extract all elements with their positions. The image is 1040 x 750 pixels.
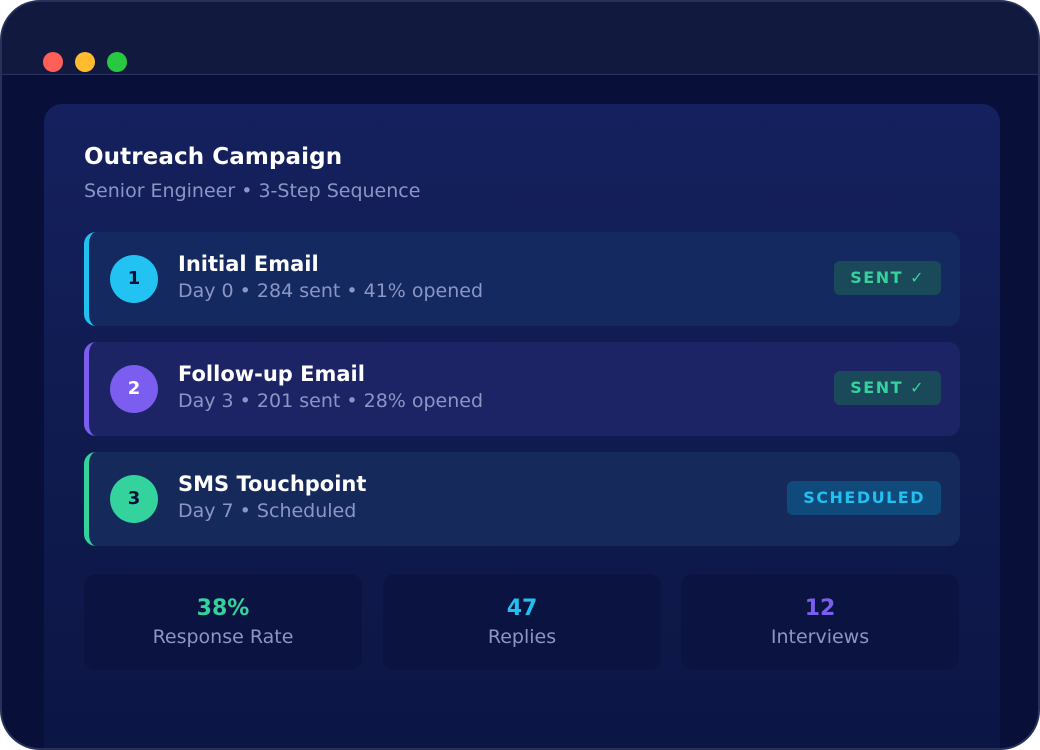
stat-value: 47 [506, 596, 538, 621]
stat-replies: 47 Replies [383, 574, 661, 670]
close-window-button[interactable] [43, 52, 63, 72]
stat-value: 12 [804, 596, 836, 621]
title-bar [2, 2, 1038, 75]
step-meta: Day 7 • Scheduled [178, 500, 357, 522]
step-title: Initial Email [178, 252, 319, 276]
stat-label: Interviews [770, 626, 870, 648]
sequence-step-1[interactable]: 1 Initial Email Day 0 • 284 sent • 41% o… [84, 232, 960, 326]
step-meta: Day 3 • 201 sent • 28% opened [178, 390, 484, 412]
step-number-badge: 2 [110, 365, 158, 413]
app-window: Outreach Campaign Senior Engineer • 3-St… [0, 0, 1040, 750]
stat-response-rate: 38% Response Rate [84, 574, 362, 670]
status-badge: SCHEDULED [787, 481, 941, 515]
campaign-card: Outreach Campaign Senior Engineer • 3-St… [44, 104, 1000, 748]
step-number-badge: 1 [110, 255, 158, 303]
status-badge: SENT ✓ [834, 371, 941, 405]
stat-label: Response Rate [152, 626, 294, 648]
maximize-window-button[interactable] [107, 52, 127, 72]
campaign-title: Outreach Campaign [84, 144, 343, 170]
step-meta: Day 0 • 284 sent • 41% opened [178, 280, 484, 302]
sequence-step-2[interactable]: 2 Follow-up Email Day 3 • 201 sent • 28%… [84, 342, 960, 436]
step-number-badge: 3 [110, 475, 158, 523]
sequence-step-3[interactable]: 3 SMS Touchpoint Day 7 • Scheduled SCHED… [84, 452, 960, 546]
stat-value: 38% [196, 596, 250, 621]
step-title: SMS Touchpoint [178, 472, 367, 496]
status-badge: SENT ✓ [834, 261, 941, 295]
step-title: Follow-up Email [178, 362, 365, 386]
stat-label: Replies [487, 626, 557, 648]
campaign-subtitle: Senior Engineer • 3-Step Sequence [84, 180, 421, 202]
stat-interviews: 12 Interviews [681, 574, 959, 670]
minimize-window-button[interactable] [75, 52, 95, 72]
